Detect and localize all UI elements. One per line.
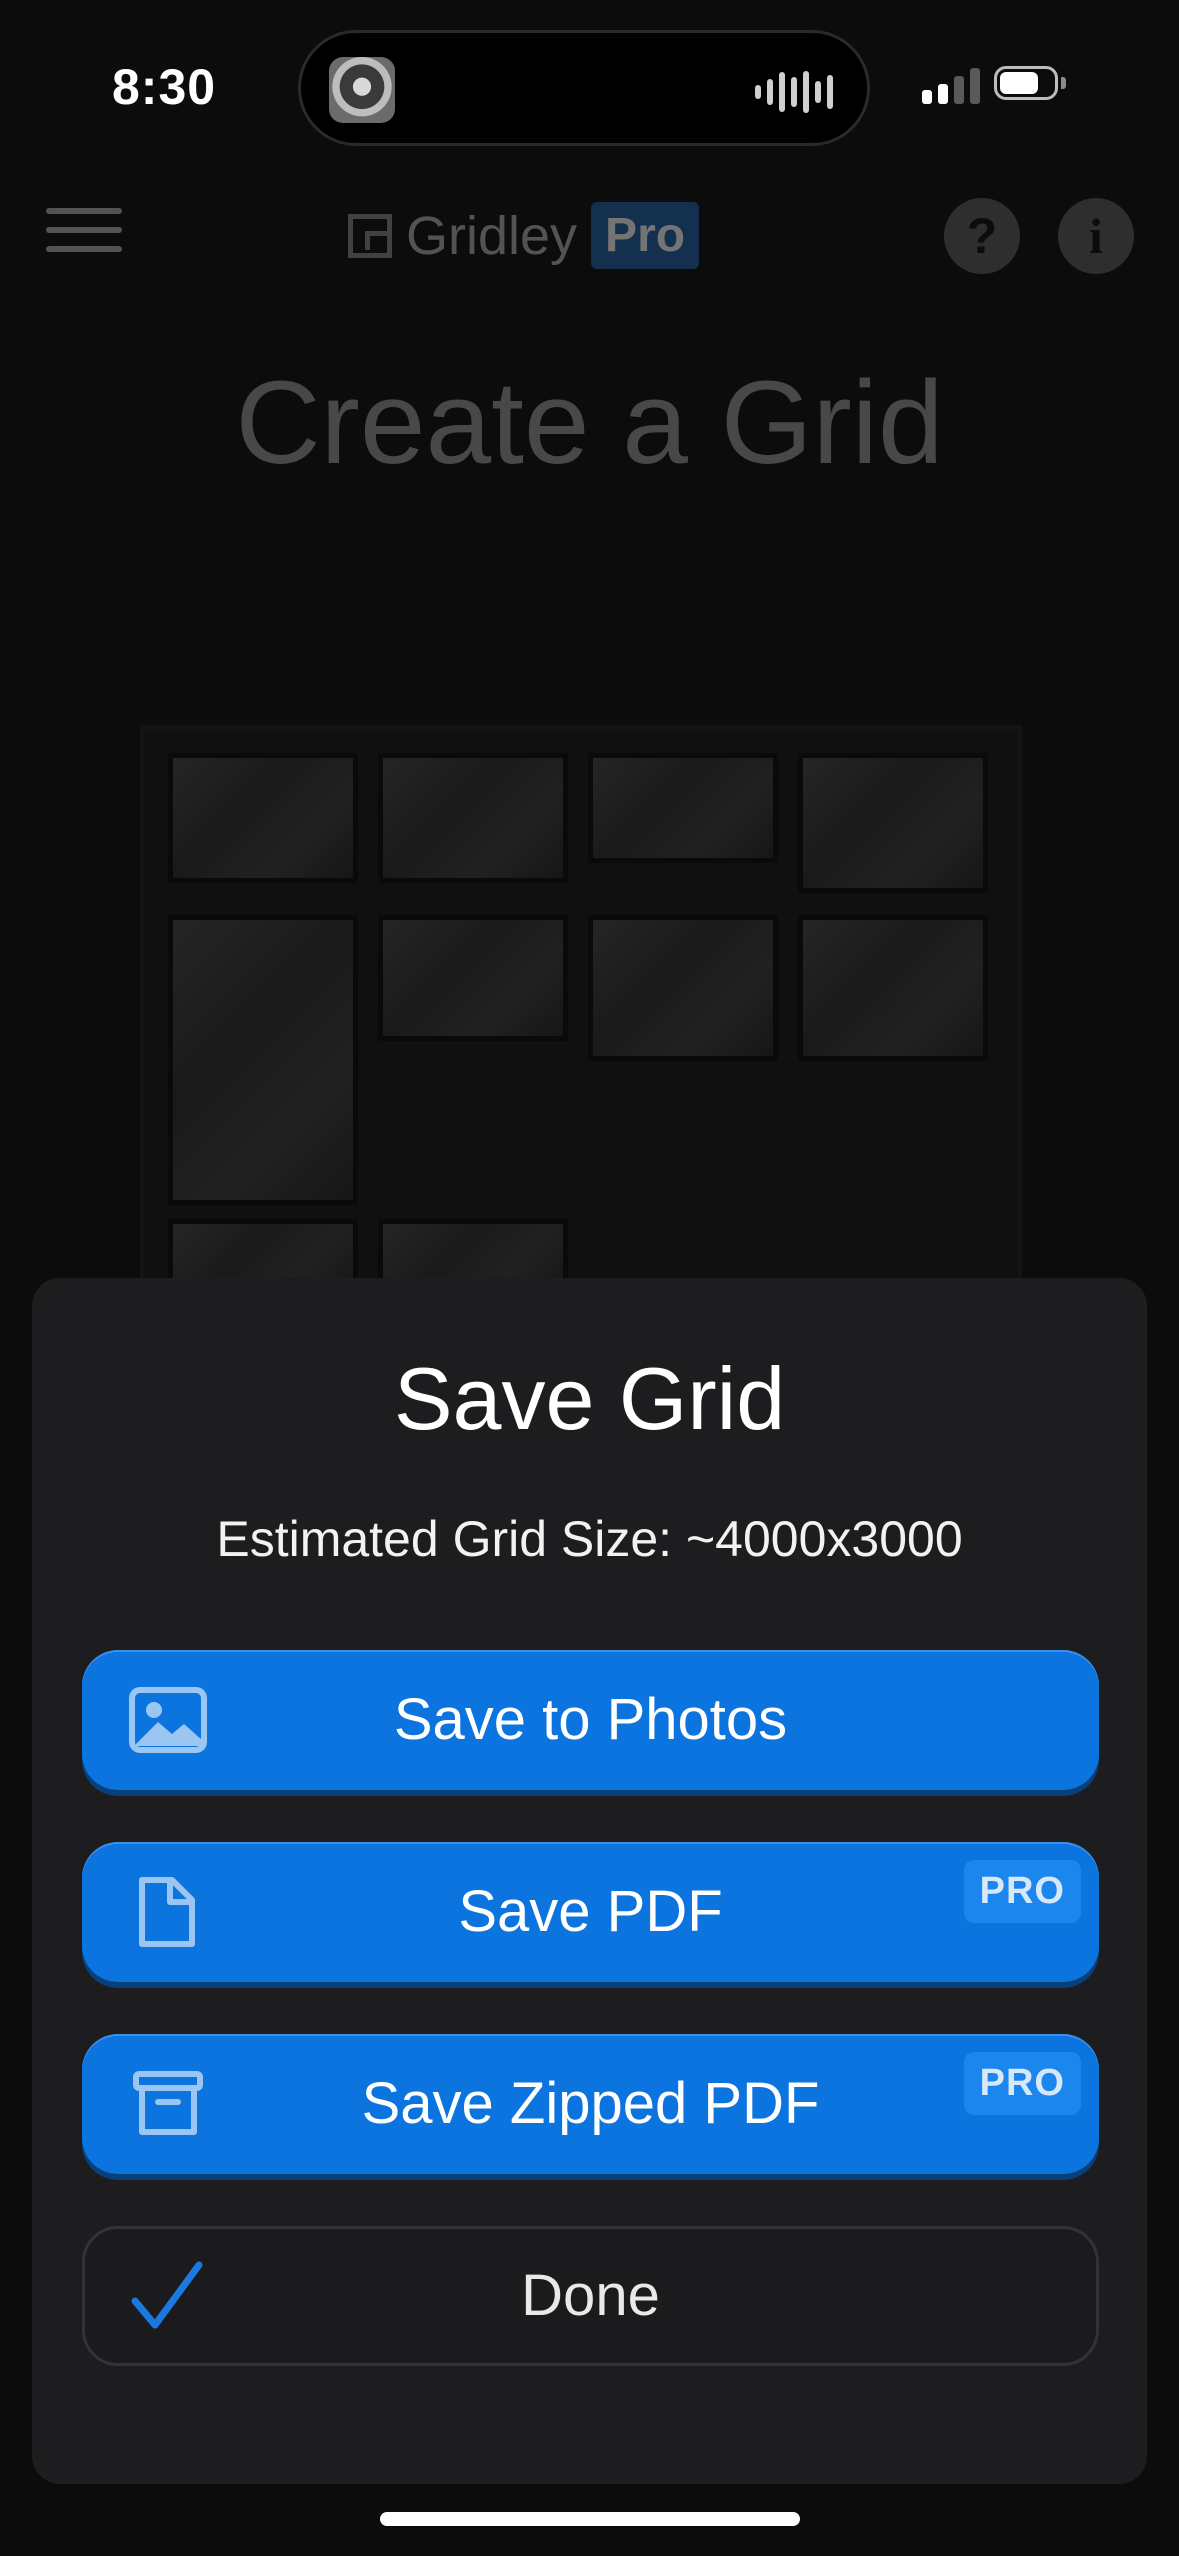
hamburger-icon[interactable] [46, 208, 122, 252]
dynamic-island[interactable] [298, 30, 870, 146]
save-zipped-pdf-button[interactable]: Save Zipped PDF PRO [82, 2034, 1099, 2174]
estimated-grid-size: Estimated Grid Size: ~4000x3000 [216, 1511, 963, 1567]
battery-icon [994, 66, 1068, 102]
save-pdf-label: Save PDF [458, 1879, 723, 1944]
audio-waveform-icon [755, 71, 833, 113]
cellular-signal-icon [922, 66, 980, 104]
save-zipped-pdf-label: Save Zipped PDF [361, 2071, 820, 2136]
now-playing-artwork [329, 57, 395, 123]
help-button[interactable]: ? [944, 198, 1020, 274]
question-mark-icon: ? [966, 208, 998, 264]
pro-badge: PRO [963, 2052, 1081, 2115]
grid-photo-tile [588, 915, 778, 1061]
done-button[interactable]: Done [82, 2226, 1099, 2366]
info-button[interactable]: i [1058, 198, 1134, 274]
grid-photo-tile [168, 753, 358, 883]
grid-photo-tile [798, 915, 988, 1061]
grid-photo-tile [168, 915, 358, 1205]
sheet-title: Save Grid [393, 1349, 786, 1448]
grid-photo-tile [588, 753, 778, 863]
page-title: Create a Grid [235, 357, 944, 489]
app-logo: Gridley Pro [348, 202, 700, 269]
save-pdf-button[interactable]: Save PDF PRO [82, 1842, 1099, 1982]
grid-photo-tile [798, 753, 988, 893]
screen: 8:30 Gridley Pro ? i Create a Grid Save … [0, 0, 1179, 2556]
grid-photo-tile [378, 915, 568, 1041]
home-indicator[interactable] [380, 2512, 800, 2526]
logo-pro-badge: Pro [591, 202, 700, 269]
status-time: 8:30 [112, 59, 217, 115]
info-icon: i [1089, 208, 1103, 264]
logo-text: Gridley [406, 205, 578, 266]
save-grid-sheet: Save Grid Estimated Grid Size: ~4000x300… [32, 1278, 1147, 2484]
pro-badge: PRO [963, 1860, 1081, 1923]
save-to-photos-label: Save to Photos [393, 1687, 788, 1752]
done-label: Done [521, 2263, 660, 2328]
save-to-photos-button[interactable]: Save to Photos [82, 1650, 1099, 1790]
gridley-logo-icon [348, 213, 392, 258]
grid-photo-tile [378, 753, 568, 883]
background-app: Gridley Pro ? i Create a Grid [0, 150, 1179, 1425]
